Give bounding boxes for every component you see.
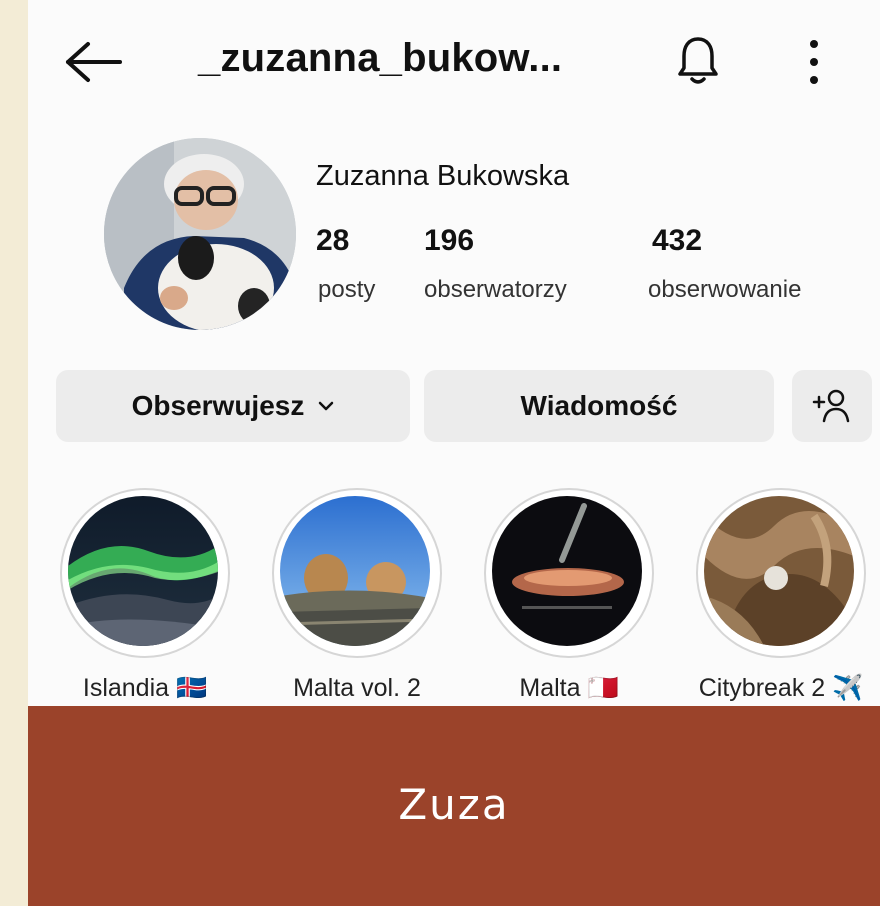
chevron-down-icon [319, 401, 334, 411]
caption-banner: Zuza [28, 706, 880, 906]
message-button[interactable]: Wiadomość [424, 370, 774, 442]
highlight-thumbnail [704, 496, 854, 646]
bell-icon[interactable] [676, 34, 720, 86]
following-dropdown-button[interactable]: Obserwujesz [56, 370, 410, 442]
highlight-label: Citybreak 2 ✈️ [698, 674, 864, 702]
more-options-icon[interactable] [804, 36, 824, 88]
top-bar: _zuzanna_bukow... [28, 0, 880, 120]
posts-label: posty [318, 276, 376, 303]
posts-count: 28 [316, 224, 350, 257]
banner-title: Zuza [398, 780, 510, 829]
profile-screen: _zuzanna_bukow... Zuzanna Bukowska 28 po [28, 0, 880, 712]
highlight-label: Islandia 🇮🇸 [82, 674, 208, 702]
add-user-button[interactable] [792, 370, 872, 442]
profile-username: _zuzanna_bukow... [198, 36, 563, 80]
back-arrow-icon[interactable] [64, 40, 124, 84]
message-button-label: Wiadomość [520, 390, 678, 421]
highlight-label: Malta 🇲🇹 [519, 674, 619, 702]
highlight-label: Malta vol. 2 [293, 674, 421, 702]
following-count[interactable]: 432 [652, 224, 702, 258]
highlight-thumbnail [68, 496, 218, 646]
following-button-label: Obserwujesz [131, 390, 305, 421]
highlight-thumbnail [492, 496, 642, 646]
following-label[interactable]: obserwowanie [648, 276, 801, 304]
followers-count[interactable]: 196 [424, 224, 474, 258]
profile-full-name: Zuzanna Bukowska [316, 160, 570, 192]
highlight-thumbnail [280, 496, 430, 646]
followers-label[interactable]: obserwatorzy [424, 276, 567, 304]
add-user-icon [812, 389, 850, 423]
profile-avatar[interactable] [104, 138, 296, 330]
